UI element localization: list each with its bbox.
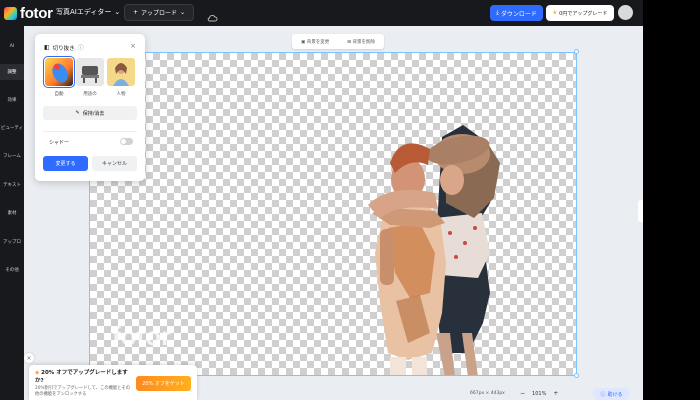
left-sidebar: AI 調整 効果 ビューティ フレーム テキスト 素材 アップロ その他	[0, 26, 24, 400]
avatar[interactable]	[618, 5, 633, 20]
sidebar-item-label: ビューティ	[0, 126, 24, 131]
sidebar-item-more[interactable]: その他	[0, 262, 24, 278]
panel-header: ◧ 切り抜き ⓘ	[44, 43, 84, 52]
discount-icon: ◈	[35, 370, 40, 376]
cutout-panel: ◧ 切り抜き ⓘ × 自動 用途の 人物 ✎ 保持/消去 シャドー 変更する キ…	[35, 34, 145, 181]
fotor-logo[interactable]: fotor	[4, 3, 53, 23]
info-icon[interactable]: ⓘ	[78, 43, 84, 52]
image-toolbar: ▣ 背景を変更 ⊞ 背景を削除	[292, 34, 384, 49]
person-icon	[113, 63, 129, 86]
photo-layer[interactable]: fotor	[89, 52, 577, 376]
chevron-down-icon: ⌄	[114, 8, 121, 16]
sidebar-item-label: 素材	[7, 211, 17, 216]
close-icon[interactable]: ×	[24, 353, 34, 363]
side-panel-toggle[interactable]	[638, 200, 643, 222]
upgrade-label: 0円でアップグレード	[559, 10, 608, 17]
sidebar-item-label: 調整	[7, 70, 17, 75]
cloud-save-icon[interactable]	[207, 7, 218, 26]
cancel-button[interactable]: キャンセル	[92, 156, 137, 171]
change-background-label: 背景を変更	[306, 39, 330, 45]
cutout-icon: ◧	[44, 44, 50, 51]
upload-button[interactable]: + アップロード ⌄	[124, 4, 194, 21]
logo-text: fotor	[20, 4, 53, 22]
thumb-label-portrait: 人物	[116, 92, 126, 97]
get-discount-button[interactable]: 20% オフをゲット	[136, 376, 191, 391]
chevron-down-icon: ⌄	[180, 9, 186, 16]
apply-button[interactable]: 変更する	[43, 156, 88, 171]
thumb-label-object: 用途の	[83, 92, 97, 97]
download-button[interactable]: ⤓ ダウンロード	[490, 5, 543, 21]
sidebar-item-label: その他	[5, 268, 19, 273]
zoom-out-button[interactable]: −	[520, 390, 525, 397]
upload-label: アップロード	[140, 10, 177, 17]
keep-erase-label: 保持/消去	[82, 110, 105, 117]
auto-cutout-option[interactable]	[43, 56, 75, 88]
sidebar-item-ai[interactable]: AI	[0, 38, 24, 54]
download-label: ダウンロード	[500, 10, 537, 18]
zoom-controls: − 101% +	[520, 390, 558, 397]
sidebar-item-frames[interactable]: フレーム	[0, 148, 24, 164]
fotor-logo-icon	[4, 6, 17, 20]
editor-label: 写真AIエディター	[56, 8, 112, 16]
sidebar-item-label: 効果	[7, 98, 17, 103]
promo-title-text: 20% オフでアップグレードしますか?	[35, 370, 128, 384]
resize-handle-bottom-right[interactable]	[574, 373, 579, 378]
keep-erase-button[interactable]: ✎ 保持/消去	[43, 106, 137, 120]
sidebar-item-label: テキスト	[3, 183, 21, 188]
upgrade-promo: ◈ 20% オフでアップグレードしますか? 20%割引でアップグレードして、この…	[29, 365, 197, 400]
brush-icon: ✎	[75, 110, 80, 116]
resize-handle-top-right[interactable]	[574, 49, 579, 54]
chair-icon	[81, 66, 99, 83]
sidebar-item-text[interactable]: テキスト	[0, 177, 24, 193]
parrot-icon	[52, 63, 68, 83]
sidebar-item-uploads[interactable]: アップロ	[0, 234, 24, 250]
sidebar-item-beauty[interactable]: ビューティ	[0, 120, 24, 136]
portrait-cutout-option[interactable]	[107, 58, 135, 86]
watermark: fotor	[112, 321, 172, 351]
image-dimensions: 667px × 443px	[470, 391, 505, 396]
editor-dropdown[interactable]: 写真AIエディター ⌄	[56, 7, 120, 17]
sidebar-item-adjust[interactable]: 調整	[0, 64, 24, 80]
promo-title: ◈ 20% オフでアップグレードしますか?	[35, 369, 133, 385]
close-icon[interactable]: ×	[130, 42, 136, 50]
sidebar-item-label: アップロ	[3, 240, 21, 245]
sidebar-item-label: フレーム	[3, 154, 21, 159]
plus-icon: +	[132, 9, 138, 16]
object-cutout-option[interactable]	[76, 58, 104, 86]
divider	[43, 131, 137, 132]
download-icon: ⤓	[496, 9, 499, 16]
panel-title: 切り抜き	[52, 45, 75, 52]
thumb-label-auto: 自動	[54, 92, 64, 97]
crown-icon: ♛	[552, 10, 558, 16]
top-bar: fotor 写真AIエディター ⌄ + アップロード ⌄ ⤓ ダウンロード ♛ …	[0, 0, 643, 26]
sidebar-item-label: AI	[9, 43, 15, 49]
help-label: 助ける	[607, 391, 623, 398]
shadow-label: シャドー	[49, 140, 70, 146]
help-button[interactable]: ⓘ 助ける	[593, 388, 630, 400]
help-icon: ⓘ	[600, 391, 606, 398]
sidebar-item-effects[interactable]: 効果	[0, 92, 24, 108]
sidebar-item-elements[interactable]: 素材	[0, 205, 24, 221]
zoom-value[interactable]: 101%	[532, 391, 546, 397]
remove-background-label: 背景を削除	[352, 39, 375, 45]
promo-description: 20%割引でアップグレードして、この機能とその他の機能をアンロックする	[35, 386, 131, 397]
upgrade-button[interactable]: ♛ 0円でアップグレード	[546, 5, 614, 21]
remove-background-button[interactable]: ⊞ 背景を削除	[347, 39, 375, 45]
change-background-button[interactable]: ▣ 背景を変更	[301, 39, 329, 45]
shadow-toggle[interactable]	[120, 138, 133, 145]
zoom-in-button[interactable]: +	[553, 390, 558, 397]
